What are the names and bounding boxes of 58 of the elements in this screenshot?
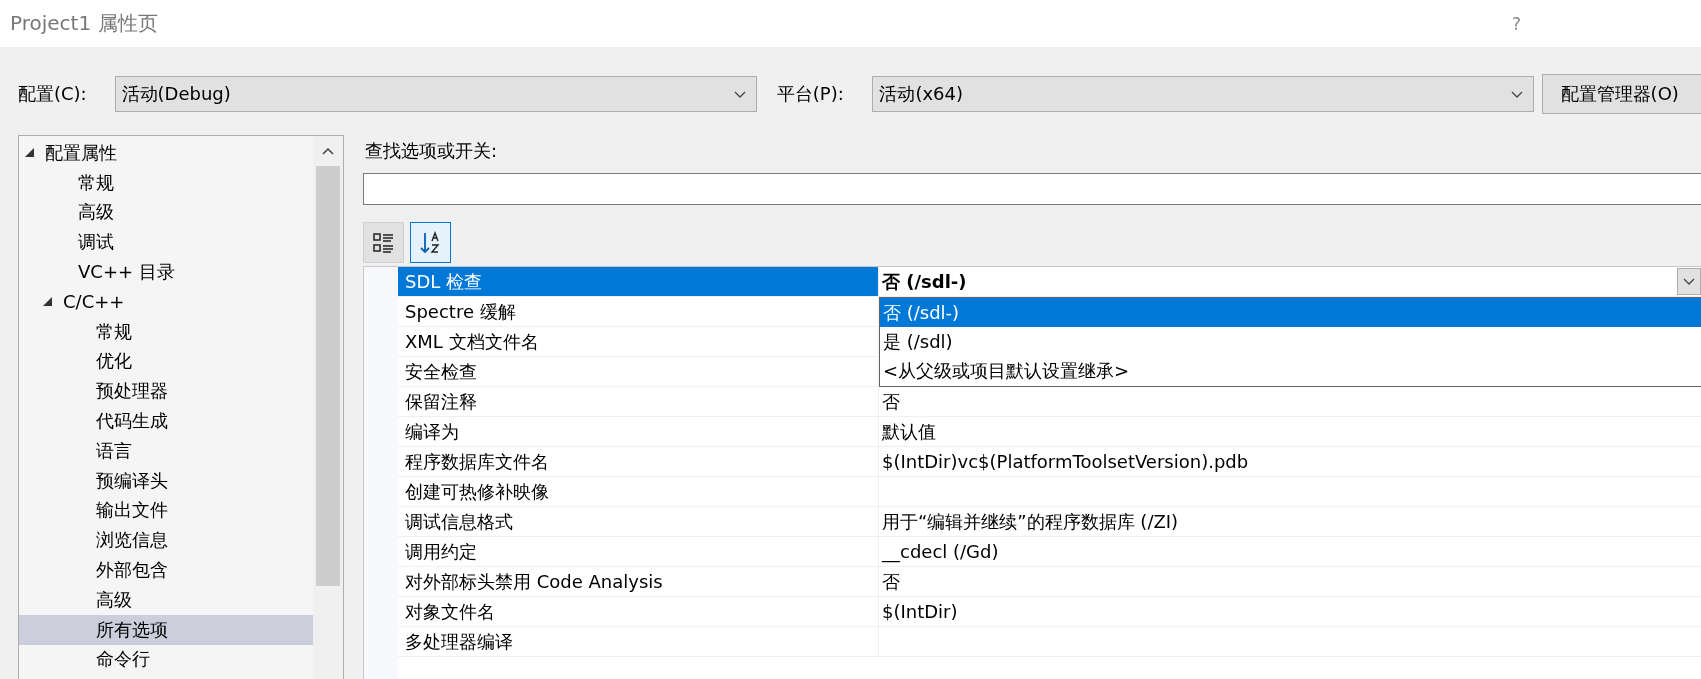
collapse-triangle-icon[interactable] <box>43 297 52 307</box>
property-name[interactable]: 安全检查 <box>398 357 879 387</box>
tree-item[interactable]: 预编译头 <box>19 465 313 496</box>
property-name[interactable]: 保留注释 <box>398 387 879 417</box>
property-value: $(IntDir) <box>882 601 958 622</box>
tree-item[interactable]: 预处理器 <box>19 376 313 407</box>
window-title: Project1 属性页 <box>10 10 158 37</box>
property-name[interactable]: 对象文件名 <box>398 597 879 627</box>
property-name[interactable]: 多处理器编译 <box>398 627 879 657</box>
tree-item[interactable]: 调试 <box>19 227 313 258</box>
tree-item[interactable]: 常规 <box>19 316 313 347</box>
tree-item[interactable]: 高级 <box>19 197 313 228</box>
property-value: 否 <box>882 389 900 414</box>
property-name[interactable]: 程序数据库文件名 <box>398 447 879 477</box>
tree-item[interactable]: 优化 <box>19 346 313 377</box>
property-value: 否 <box>882 569 900 594</box>
dropdown-option[interactable]: 否 (/sdl-) <box>880 298 1701 328</box>
property-name[interactable]: SDL 检查 <box>398 267 879 297</box>
property-name[interactable]: 编译为 <box>398 417 879 447</box>
tree-item[interactable]: C/C++ <box>19 287 313 317</box>
configuration-manager-button[interactable]: 配置管理器(O) <box>1541 74 1701 114</box>
search-field[interactable] <box>363 173 1701 205</box>
tree-item[interactable]: 输出文件 <box>19 495 313 526</box>
configuration-dropdown[interactable]: 活动(Debug) <box>114 76 757 112</box>
property-name[interactable]: 对外部标头禁用 Code Analysis <box>398 567 879 597</box>
platform-dropdown[interactable]: 活动(x64) <box>872 76 1534 112</box>
tree-item[interactable]: 浏览信息 <box>19 525 313 556</box>
scroll-up-icon[interactable] <box>322 147 334 155</box>
categorized-list-icon <box>371 230 396 255</box>
property-name[interactable]: Spectre 缓解 <box>398 297 879 327</box>
property-name[interactable]: 创建可热修补映像 <box>398 477 879 507</box>
collapse-triangle-icon[interactable] <box>25 148 34 158</box>
search-label: 查找选项或开关: <box>365 139 499 163</box>
property-value: $(IntDir)vc$(PlatformToolsetVersion).pdb <box>882 451 1249 472</box>
tree-item[interactable]: 常规 <box>19 167 313 198</box>
chevron-down-icon <box>1510 90 1523 98</box>
property-value: 否 (/sdl-) <box>882 269 967 294</box>
tree-item[interactable]: 语言 <box>19 435 313 466</box>
tree-item[interactable]: 高级 <box>19 584 313 615</box>
tree-item[interactable]: 代码生成 <box>19 406 313 436</box>
property-name[interactable]: XML 文档文件名 <box>398 327 879 357</box>
property-name[interactable]: 调试信息格式 <box>398 507 879 537</box>
tree-item[interactable]: 外部包含 <box>19 555 313 585</box>
tree-item[interactable]: VC++ 目录 <box>19 257 313 287</box>
property-value: 用于“编辑并继续”的程序数据库 (/ZI) <box>882 509 1179 534</box>
chevron-down-icon <box>1683 278 1695 285</box>
platform-label: 平台(P): <box>776 82 845 106</box>
property-value: 默认值 <box>882 419 936 444</box>
configuration-label: 配置(C): <box>18 82 88 106</box>
tree-item[interactable]: 所有选项 <box>19 614 313 645</box>
property-value: __cdecl (/Gd) <box>882 541 999 562</box>
help-button[interactable]: ? <box>1511 13 1521 34</box>
tree-item[interactable]: 命令行 <box>19 644 313 675</box>
chevron-down-icon <box>733 90 746 98</box>
scrollbar[interactable] <box>313 136 343 679</box>
toolbar-button[interactable] <box>410 222 451 263</box>
property-name[interactable]: 调用约定 <box>398 537 879 567</box>
tree-item[interactable]: 配置属性 <box>19 138 313 168</box>
